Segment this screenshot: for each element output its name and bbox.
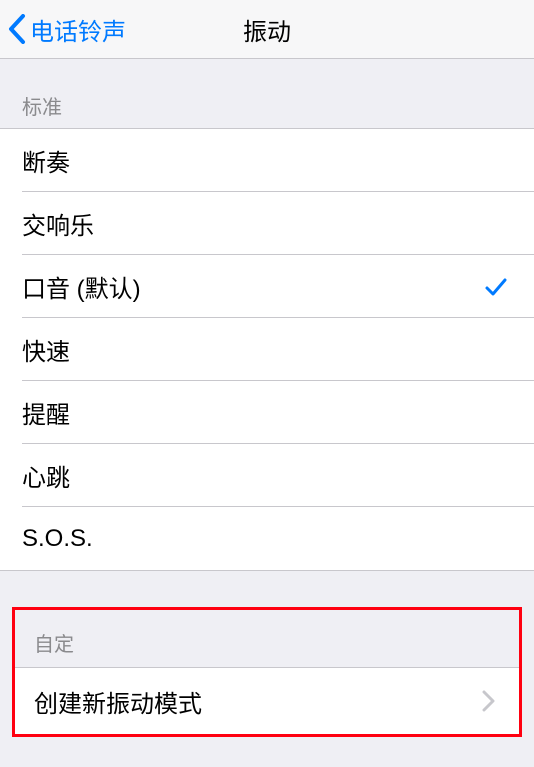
list-item-label: 交响乐 <box>22 206 512 241</box>
standard-vibration-list: 断奏 交响乐 口音 (默认) 快速 提醒 心跳 S.O.S. <box>0 128 534 571</box>
list-item-label: 提醒 <box>22 395 512 430</box>
chevron-left-icon <box>8 14 26 44</box>
vibration-option-staccato[interactable]: 断奏 <box>0 129 534 192</box>
vibration-option-quick[interactable]: 快速 <box>0 318 534 381</box>
list-item-label: 口音 (默认) <box>22 269 484 304</box>
vibration-option-symphony[interactable]: 交响乐 <box>0 192 534 255</box>
list-item-label: 快速 <box>22 332 512 367</box>
list-item-label: 心跳 <box>22 458 512 493</box>
vibration-option-accent-default[interactable]: 口音 (默认) <box>0 255 534 318</box>
section-header-custom: 自定 <box>15 610 519 667</box>
create-new-vibration-button[interactable]: 创建新振动模式 <box>15 668 519 734</box>
back-label: 电话铃声 <box>30 12 126 47</box>
checkmark-icon <box>484 275 508 299</box>
chevron-right-icon <box>482 690 496 712</box>
highlight-box: 自定 创建新振动模式 <box>12 607 522 737</box>
vibration-option-alert[interactable]: 提醒 <box>0 381 534 444</box>
vibration-option-heartbeat[interactable]: 心跳 <box>0 444 534 507</box>
list-item-label: 断奏 <box>22 143 512 178</box>
nav-title: 振动 <box>243 12 291 47</box>
section-header-standard: 标准 <box>0 59 534 128</box>
custom-vibration-list: 创建新振动模式 <box>15 667 519 734</box>
back-button[interactable]: 电话铃声 <box>0 12 126 47</box>
nav-bar: 电话铃声 振动 <box>0 0 534 59</box>
list-item-label: S.O.S. <box>22 525 512 553</box>
vibration-option-sos[interactable]: S.O.S. <box>0 507 534 570</box>
list-item-label: 创建新振动模式 <box>34 684 482 719</box>
